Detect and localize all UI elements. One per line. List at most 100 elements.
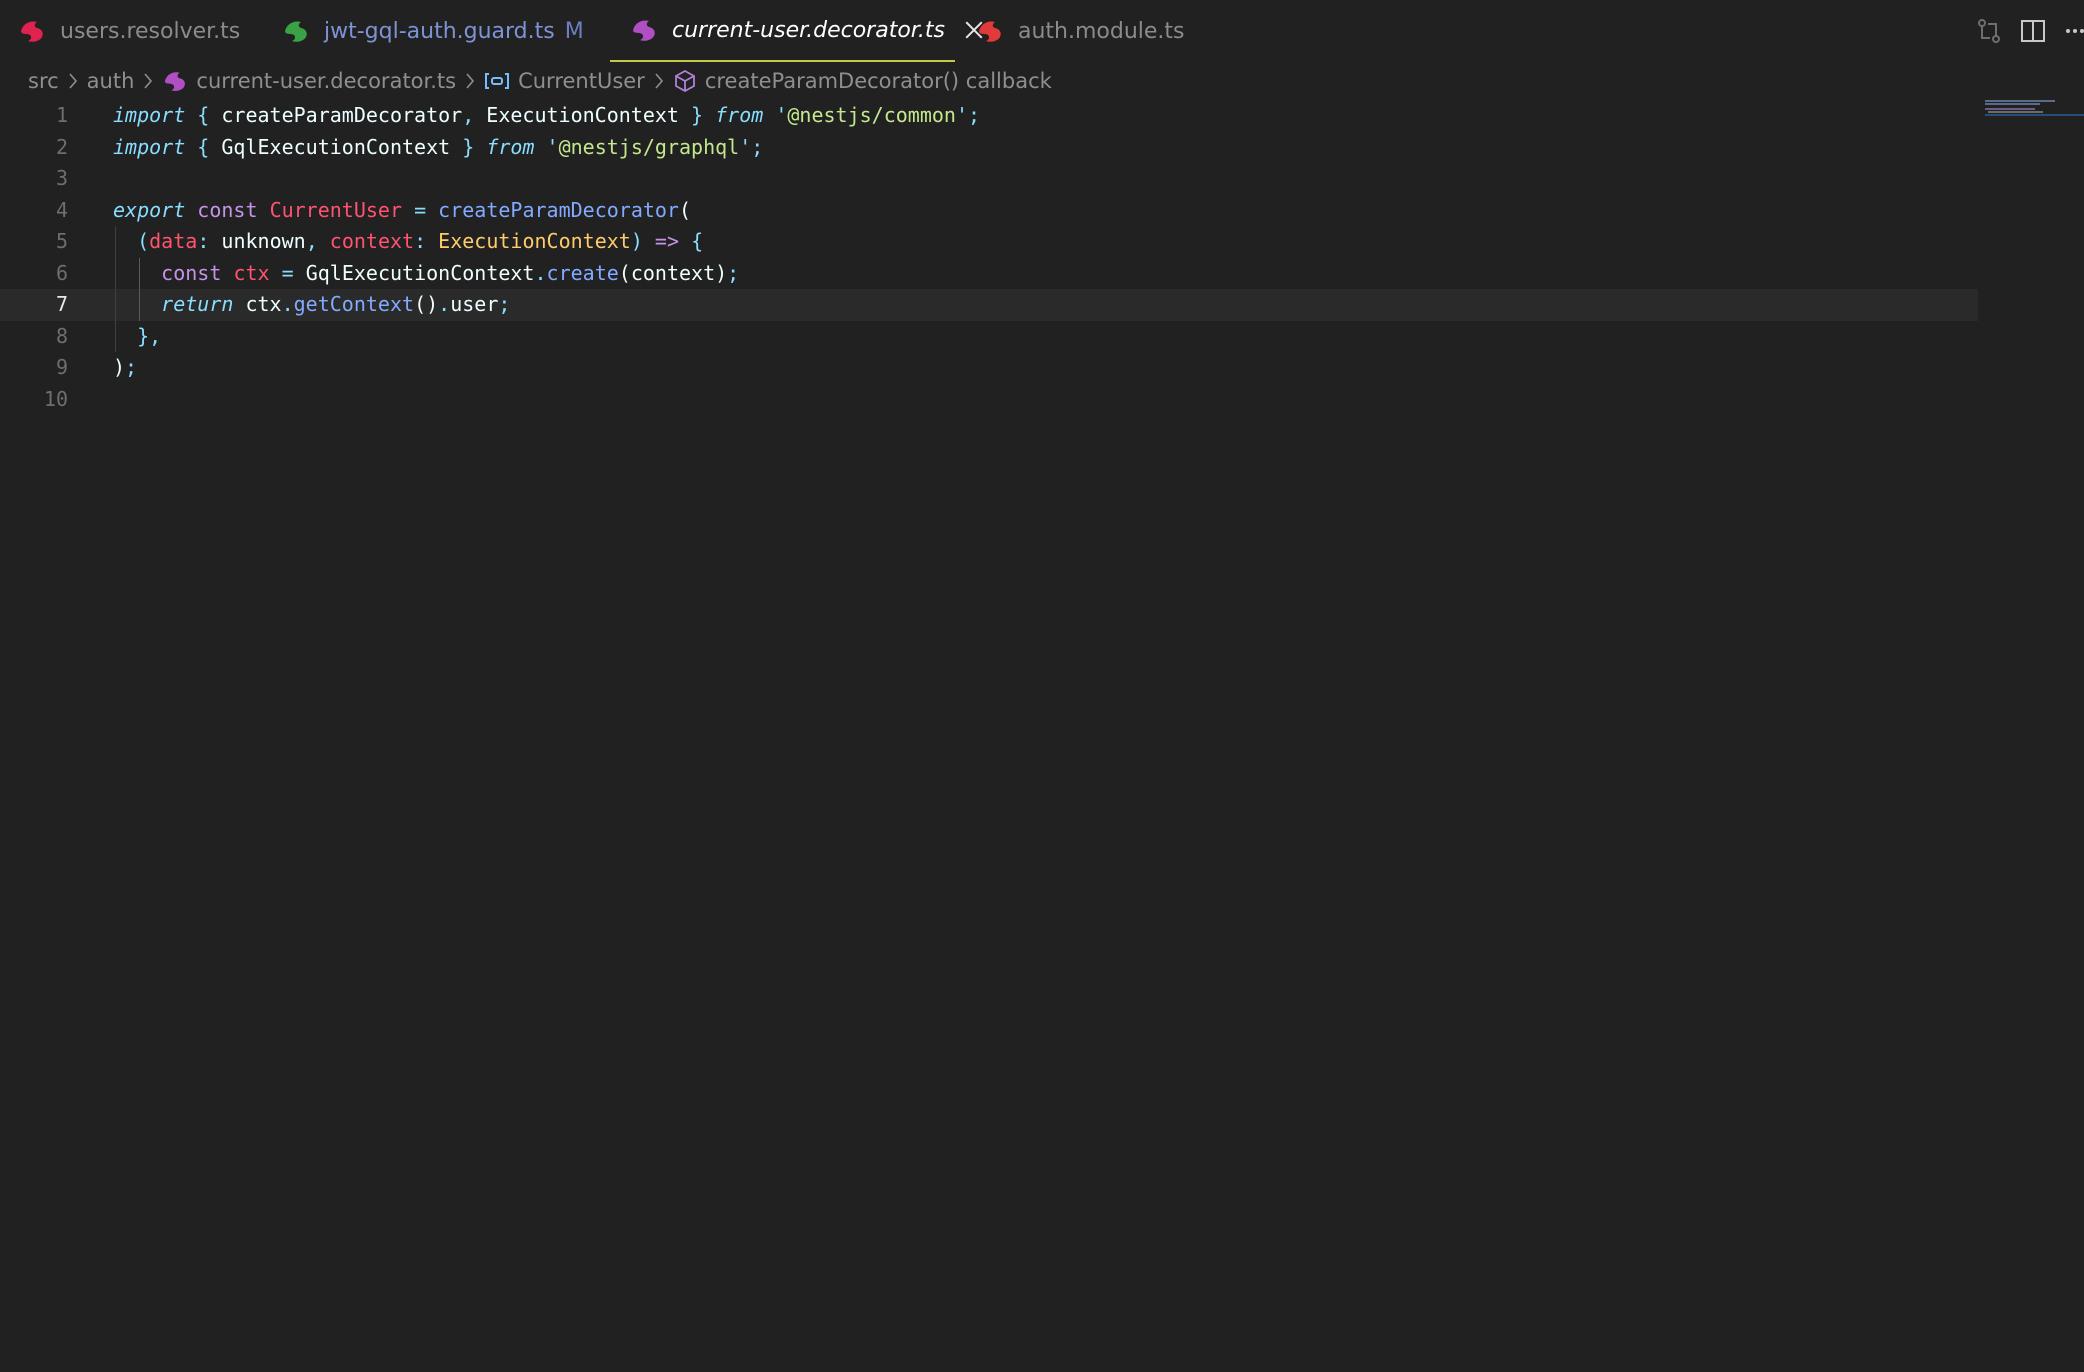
nestjs-icon	[979, 21, 1001, 42]
breadcrumb-symbol[interactable]: CurrentUser	[518, 69, 645, 93]
code-token: {	[197, 134, 210, 159]
code-token: (	[678, 197, 692, 222]
line-number: 2	[55, 134, 68, 159]
editor-actions	[1976, 0, 2084, 62]
code-line[interactable]: 6 const ctx = GqlExecutionContext.create…	[0, 258, 1978, 290]
code-token: (context)	[618, 260, 728, 285]
code-token: }	[462, 134, 475, 159]
code-token: createParamDecorator	[209, 103, 463, 127]
chevron-right-icon	[69, 73, 77, 89]
code-token: ;	[727, 260, 740, 285]
code-token: export	[113, 197, 186, 222]
code-token: '	[955, 103, 968, 127]
code-token: =	[414, 197, 427, 222]
code-token: user	[450, 292, 499, 316]
chevron-right-icon	[655, 73, 663, 89]
code-editor[interactable]: 1 import { createParamDecorator, Executio…	[0, 100, 2084, 1372]
code-token: ;	[751, 134, 764, 159]
line-number: 7	[55, 292, 68, 316]
code-text: (data: unknown, context: ExecutionContex…	[113, 226, 703, 258]
code-token: ExecutionContext	[474, 103, 692, 127]
code-token: ExecutionContext	[438, 229, 631, 253]
code-token: ctx	[233, 292, 282, 316]
line-number: 4	[55, 197, 68, 222]
code-token: unknown	[209, 229, 306, 253]
more-actions-icon[interactable]	[2064, 18, 2084, 44]
code-token: context	[329, 229, 415, 253]
split-editor-icon[interactable]	[2020, 18, 2046, 44]
tab-auth-module[interactable]: auth.module.ts	[976, 0, 1185, 62]
code-token: {	[197, 103, 210, 127]
code-text: import { createParamDecorator, Execution…	[113, 100, 980, 132]
indent-guide	[139, 257, 140, 321]
code-line[interactable]: 4 export const CurrentUser = createParamD…	[0, 195, 1978, 227]
code-token: .	[534, 260, 547, 285]
code-token: '	[546, 134, 559, 159]
code-token: getContext	[293, 292, 415, 316]
code-token: create	[546, 260, 619, 285]
code-token: .	[281, 292, 294, 316]
code-line[interactable]: 3	[0, 163, 1978, 195]
tab-jwt-gql-auth-guard[interactable]: jwt-gql-auth.guard.ts M	[282, 0, 584, 62]
code-token: {	[691, 229, 704, 253]
nestjs-icon	[285, 21, 307, 42]
code-token: CurrentUser	[269, 197, 403, 222]
code-token: GqlExecutionContext	[293, 260, 535, 285]
code-line[interactable]: 9);	[0, 352, 1978, 384]
chevron-right-icon	[144, 73, 153, 89]
tab-label: current-user.decorator.ts	[672, 17, 945, 43]
breadcrumb-file[interactable]: current-user.decorator.ts	[196, 69, 456, 93]
code-token: GqlExecutionContext	[209, 134, 463, 159]
tab-current-user-decorator[interactable]: current-user.decorator.ts	[610, 0, 955, 62]
open-changes-icon[interactable]	[1976, 18, 2002, 44]
code-token: import	[113, 103, 186, 127]
variable-symbol-icon	[485, 73, 510, 89]
nestjs-icon	[633, 20, 655, 41]
code-token: }	[691, 103, 704, 127]
code-token: ,	[149, 323, 162, 348]
code-line[interactable]: 7 return ctx.getContext().user;	[0, 289, 1978, 321]
code-token: ;	[125, 355, 138, 379]
code-line[interactable]: 2 import { GqlExecutionContext } from '@n…	[0, 132, 1978, 164]
breadcrumb-callback[interactable]: createParamDecorator() callback	[705, 69, 1052, 93]
modified-badge: M	[564, 18, 584, 44]
code-token: const	[161, 260, 222, 285]
code-line[interactable]: 5 (data: unknown, context: ExecutionCont…	[0, 226, 1978, 258]
code-token: =>	[654, 229, 680, 253]
code-token: return	[161, 292, 234, 316]
editor-tab-bar: users.resolver.ts jwt-gql-auth.guard.ts …	[0, 0, 2084, 62]
code-token: createParamDecorator	[438, 197, 679, 222]
breadcrumb-auth[interactable]: auth	[87, 69, 135, 93]
code-text: },	[113, 321, 161, 353]
code-token: ()	[414, 292, 439, 316]
tab-label: jwt-gql-auth.guard.ts	[324, 18, 555, 44]
code-token: (	[137, 229, 150, 253]
code-token: =	[281, 260, 294, 285]
code-line[interactable]: 8 },	[0, 321, 1978, 353]
tab-users-resolver[interactable]: users.resolver.ts	[18, 0, 240, 62]
code-token: )	[113, 355, 126, 379]
code-token: '	[739, 134, 752, 159]
code-line[interactable]: 10	[0, 384, 1978, 416]
breadcrumb-src[interactable]: src	[28, 69, 59, 93]
chevron-right-icon	[466, 73, 475, 89]
line-number: 8	[55, 323, 68, 348]
code-text: export const CurrentUser = createParamDe…	[113, 195, 691, 227]
code-line[interactable]: 1 import { createParamDecorator, Executio…	[0, 100, 1978, 132]
nestjs-icon	[165, 72, 186, 91]
method-cube-icon	[674, 69, 695, 93]
code-token: const	[197, 197, 258, 222]
code-token: ;	[498, 292, 511, 316]
line-number: 1	[55, 103, 68, 127]
code-token: '	[775, 103, 788, 127]
code-text: const ctx = GqlExecutionContext.create(c…	[113, 258, 739, 290]
